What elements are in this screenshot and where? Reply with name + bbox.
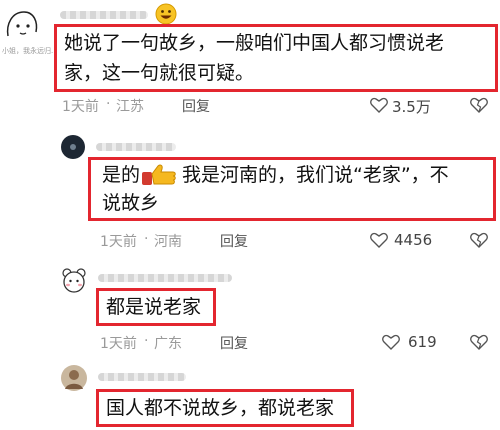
portrait-avatar[interactable] [60,364,88,392]
heart-outline-icon[interactable] [370,232,388,248]
grinning-emoji [155,3,177,25]
thumbs-up-emoji [141,163,179,187]
comment-2-location: 河南 [154,234,182,250]
comment-1-time: 1天前 [62,99,99,115]
comment-1-location: 江苏 [116,99,144,115]
comment-2-prefix: 是的 [102,164,141,186]
comment-2-reply-button[interactable]: 回复 [220,231,248,251]
comment-3-like-count: 619 [408,333,437,351]
comment-3-reply-button[interactable]: 回复 [220,333,248,353]
comment-1-separator: · [106,96,111,112]
comment-2-line-1: 我是河南的，我们说“老家”，不 [182,164,449,186]
broken-heart-icon[interactable] [470,97,488,113]
dark-avatar[interactable] [60,134,86,160]
heart-outline-icon[interactable] [370,97,388,113]
comment-2-time: 1天前 [100,234,137,250]
username-blurred[interactable] [98,274,232,282]
comment-3-line-1: 都是说老家 [106,296,202,318]
comment-1-like-count: 3.5万 [392,98,431,116]
comment-3-location: 广东 [154,336,182,352]
avatar-caption: 小姐，我永远归... [2,47,58,55]
comment-1-line-2: 家，这一句就很可疑。 [64,62,255,84]
comment-2-line-2: 说故乡 [102,192,160,214]
comment-1-line-1: 她说了一句故乡，一般咱们中国人都习惯说老 [64,32,445,54]
bear-avatar[interactable] [60,266,88,294]
comment-2-like-count: 4456 [394,231,433,249]
broken-heart-icon[interactable] [470,232,488,248]
comment-4-line-1: 国人都不说故乡，都说老家 [106,397,335,419]
comment-3-time: 1天前 [100,336,137,352]
username-blurred[interactable] [98,373,186,381]
comment-1-reply-button[interactable]: 回复 [182,96,210,116]
comment-3-separator: · [144,333,149,349]
heart-outline-icon[interactable] [382,334,400,350]
username-blurred[interactable] [96,143,176,151]
username-blurred[interactable] [60,11,148,19]
broken-heart-icon[interactable] [470,334,488,350]
comment-2-separator: · [144,231,149,247]
avatar-sketch[interactable] [2,6,42,46]
